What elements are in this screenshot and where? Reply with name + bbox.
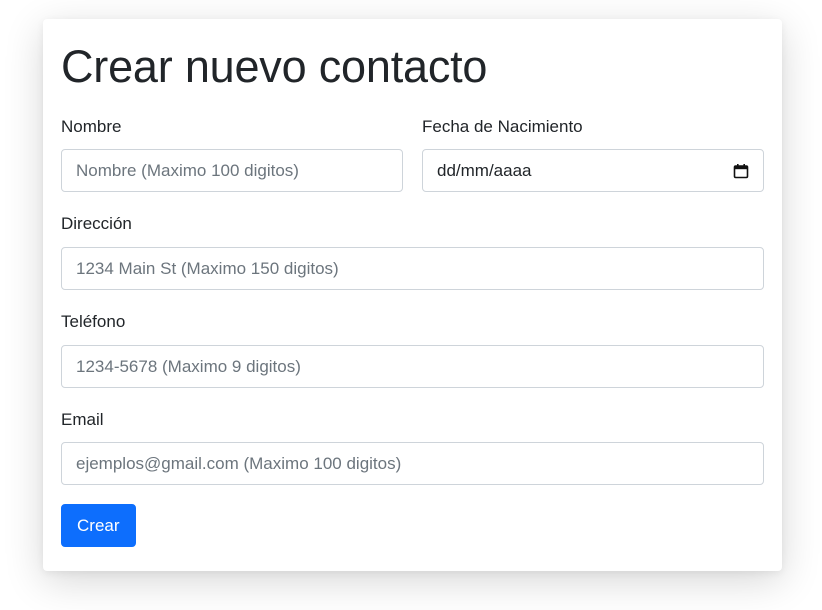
- telefono-group: Teléfono: [61, 311, 764, 388]
- email-group: Email: [61, 409, 764, 485]
- direccion-group: Dirección: [61, 213, 764, 290]
- direccion-input[interactable]: [61, 247, 764, 290]
- email-input[interactable]: [61, 442, 764, 485]
- name-date-row: Nombre Fecha de Nacimiento dd/mm/aaaa: [61, 116, 764, 192]
- fecha-label: Fecha de Nacimiento: [422, 117, 583, 136]
- telefono-label: Teléfono: [61, 312, 126, 331]
- page-title: Crear nuevo contacto: [61, 41, 488, 92]
- fecha-date-value: dd/mm/aaaa: [437, 160, 532, 180]
- direccion-label: Dirección: [61, 214, 132, 233]
- crear-button[interactable]: Crear: [61, 504, 136, 547]
- nombre-label: Nombre: [61, 117, 122, 136]
- telefono-input[interactable]: [61, 345, 764, 388]
- calendar-icon[interactable]: [733, 163, 749, 179]
- fecha-group: Fecha de Nacimiento dd/mm/aaaa: [422, 116, 764, 192]
- nombre-input[interactable]: [61, 149, 403, 192]
- email-label: Email: [61, 410, 104, 429]
- contact-form-card: Crear nuevo contacto Nombre Fecha de Nac…: [43, 19, 782, 571]
- nombre-group: Nombre: [61, 116, 403, 192]
- fecha-date-input[interactable]: dd/mm/aaaa: [422, 149, 764, 192]
